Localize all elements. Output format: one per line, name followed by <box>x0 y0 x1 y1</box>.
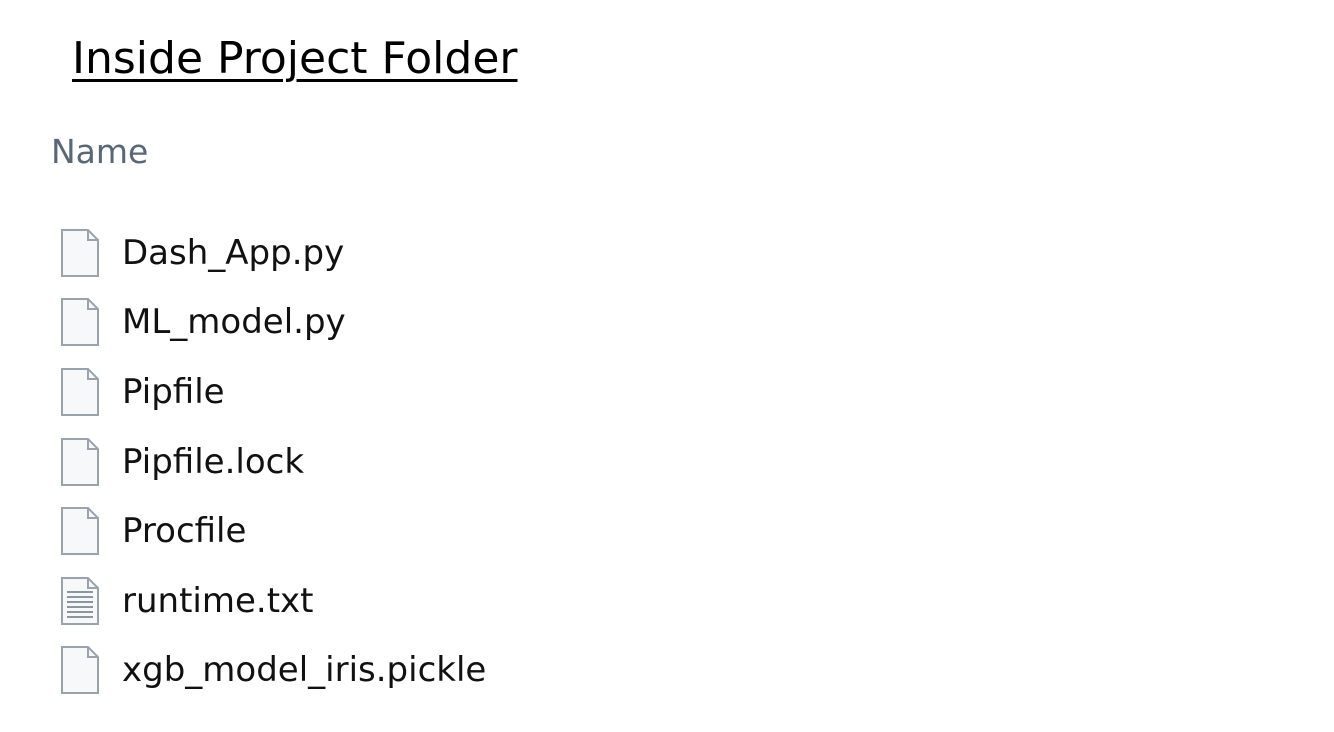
file-list: Dash_App.py ML_model.py Pipfile Pipfile.… <box>60 218 486 705</box>
list-item-dash-app-py[interactable]: Dash_App.py <box>60 218 486 288</box>
file-name: xgb_model_iris.pickle <box>122 650 487 691</box>
file-name: runtime.txt <box>122 580 314 621</box>
blank-file-icon <box>60 437 100 486</box>
list-item-pipfile[interactable]: Pipfile <box>60 357 486 427</box>
list-item-pipfile-lock[interactable]: Pipfile.lock <box>60 427 486 497</box>
blank-file-icon <box>60 367 100 416</box>
file-name: Pipfile <box>122 371 225 412</box>
file-name: Pipfile.lock <box>122 441 305 482</box>
blank-file-icon <box>60 228 100 277</box>
blank-file-icon <box>60 646 100 695</box>
list-item-runtime-txt[interactable]: runtime.txt <box>60 566 486 636</box>
list-item-xgb-model-iris-pickle[interactable]: xgb_model_iris.pickle <box>60 636 486 706</box>
blank-file-icon <box>60 298 100 347</box>
file-name: Dash_App.py <box>122 232 345 273</box>
file-name: ML_model.py <box>122 302 346 343</box>
page-title: Inside Project Folder <box>72 33 518 84</box>
list-item-procfile[interactable]: Procfile <box>60 496 486 566</box>
list-item-ml-model-py[interactable]: ML_model.py <box>60 288 486 358</box>
file-name: Procfile <box>122 511 247 552</box>
column-header-name[interactable]: Name <box>51 130 148 174</box>
text-file-icon <box>60 576 100 625</box>
blank-file-icon <box>60 507 100 556</box>
